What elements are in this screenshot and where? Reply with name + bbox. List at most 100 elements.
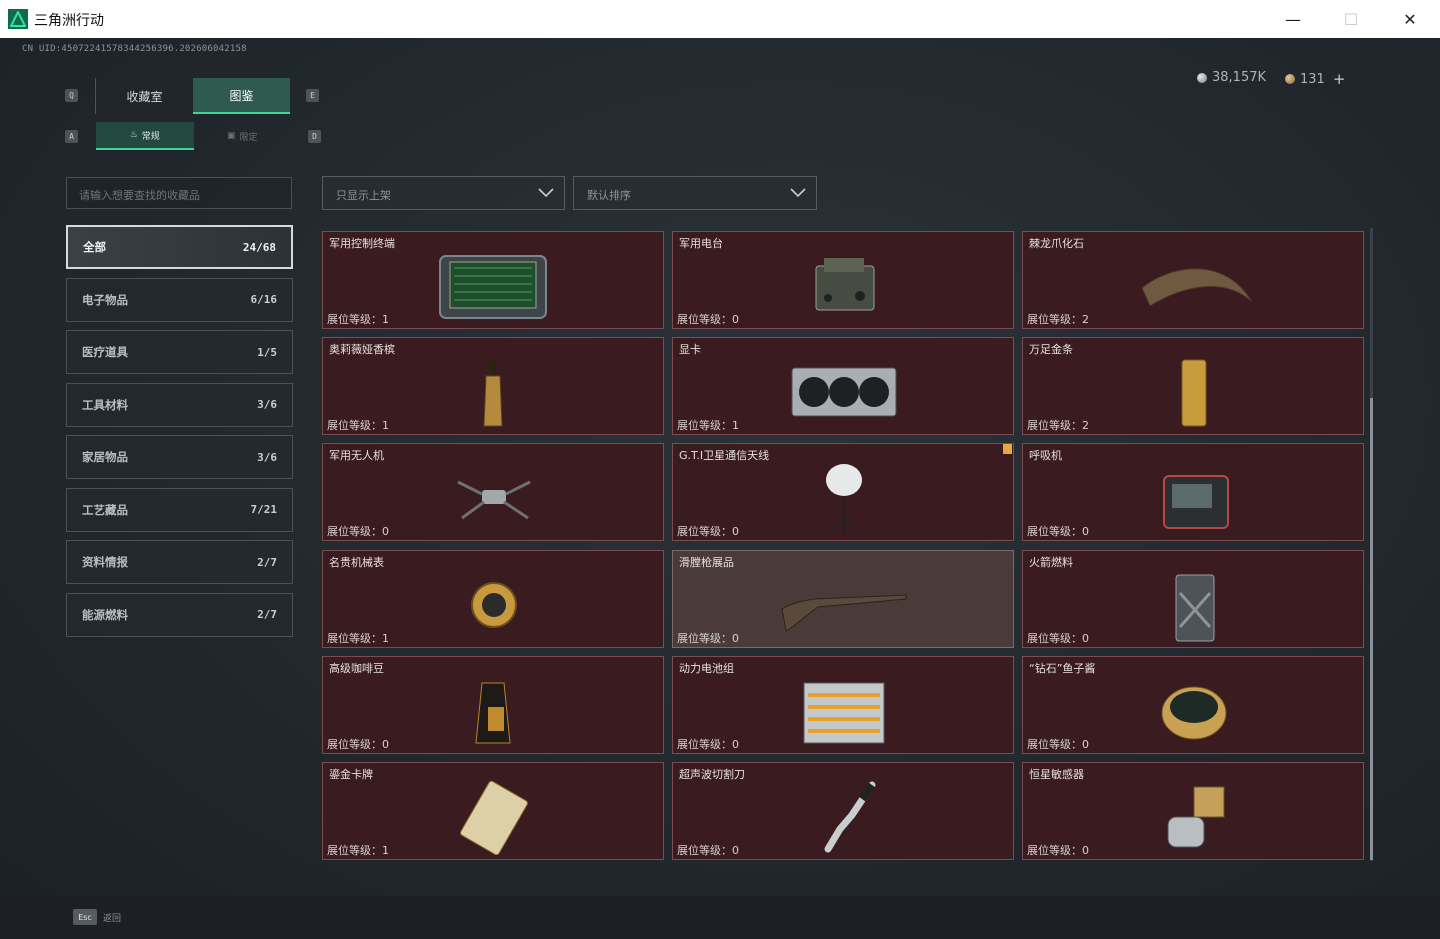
window-titlebar: 三角洲行动 — ☐ ✕ (0, 0, 1440, 38)
terminal-icon (439, 255, 547, 319)
esc-key-button[interactable]: Esc (73, 909, 97, 925)
silver-currency: 38,157K (1197, 70, 1266, 85)
item-level: 展位等级：0 (677, 844, 739, 857)
item-name: 高级咖啡豆 (329, 662, 384, 675)
subtab-limited[interactable]: ▣ 限定 (194, 122, 292, 150)
item-card[interactable]: 恒星敏感器 展位等级：0 (1022, 762, 1364, 860)
key-hint-d: D (308, 130, 321, 143)
back-label[interactable]: 返回 (103, 911, 121, 924)
category-medical[interactable]: 医疗道具 1/5 (66, 330, 293, 374)
item-card[interactable]: 动力电池组 展位等级：0 (672, 656, 1014, 754)
item-name: 奥莉薇娅香槟 (329, 343, 395, 356)
category-count: 2/7 (257, 608, 277, 621)
category-energy[interactable]: 能源燃料 2/7 (66, 592, 293, 637)
item-name: 火箭燃料 (1029, 556, 1073, 569)
caviar-tin-icon (1161, 686, 1227, 740)
gold-currency[interactable]: 131 + (1285, 70, 1345, 88)
shelf-filter-dropdown[interactable]: 只显示上架 (322, 176, 565, 210)
item-card[interactable]: 滑膛枪展品 展位等级：0 (672, 550, 1014, 648)
subtab-normal[interactable]: ♨ 常规 (96, 122, 194, 150)
subtab-limited-label: 限定 (239, 132, 258, 143)
subtab-normal-label: 常规 (141, 131, 160, 142)
maximize-button[interactable]: ☐ (1322, 0, 1380, 38)
item-level: 展位等级：1 (327, 313, 389, 326)
category-label: 家居物品 (82, 450, 128, 464)
item-name: 呼吸机 (1029, 449, 1062, 462)
grid-scrollbar-thumb[interactable] (1370, 398, 1373, 860)
item-level: 展位等级：1 (677, 419, 739, 432)
musket-icon (781, 594, 907, 632)
item-name: 军用电台 (679, 237, 723, 250)
category-label: 资料情报 (82, 555, 128, 569)
item-level: 展位等级：0 (1027, 525, 1089, 538)
item-card[interactable]: 高级咖啡豆 展位等级：0 (322, 656, 664, 754)
ultrasonic-knife-icon (824, 781, 876, 853)
item-card[interactable]: 呼吸机 展位等级：0 (1022, 443, 1364, 541)
item-level: 展位等级：2 (1027, 313, 1089, 326)
item-card[interactable]: 军用控制终端 展位等级：1 (322, 231, 664, 329)
category-label: 全部 (83, 240, 106, 254)
watch-icon (471, 582, 517, 628)
shelf-filter-value: 只显示上架 (336, 189, 391, 202)
category-count: 7/21 (250, 503, 278, 516)
key-hint-q: Q (65, 89, 78, 102)
sort-dropdown[interactable]: 默认排序 (573, 176, 817, 210)
item-name: “钻石”鱼子酱 (1029, 662, 1096, 675)
chevron-down-icon (790, 188, 806, 198)
claw-fossil-icon (1141, 268, 1253, 307)
item-card[interactable]: 显卡 展位等级：1 (672, 337, 1014, 435)
category-crafts[interactable]: 工艺藏品 7/21 (66, 487, 293, 532)
category-label: 医疗道具 (82, 345, 128, 359)
category-list: 全部 24/68 电子物品 6/16 医疗道具 1/5 工具材料 3/6 家居物… (66, 225, 293, 645)
drone-icon (457, 480, 531, 520)
radio-icon (815, 258, 875, 311)
item-name: 显卡 (679, 343, 701, 356)
item-card[interactable]: 奥莉薇娅香槟 展位等级：1 (322, 337, 664, 435)
search-input[interactable]: 请输入想要查找的收藏品 (66, 177, 292, 209)
add-currency-button[interactable]: + (1333, 70, 1346, 88)
item-card[interactable]: 棘龙爪化石 展位等级：2 (1022, 231, 1364, 329)
item-card[interactable]: 超声波切割刀 展位等级：0 (672, 762, 1014, 860)
item-level: 展位等级：1 (327, 632, 389, 645)
game-surface: CN UID:4507224157834425639​6.20260604215… (0, 38, 1440, 939)
flame-icon: ♨ (129, 130, 138, 140)
item-card[interactable]: “钻石”鱼子酱 展位等级：0 (1022, 656, 1364, 754)
item-card[interactable]: 军用无人机 展位等级：0 (322, 443, 664, 541)
category-tools[interactable]: 工具材料 3/6 (66, 382, 293, 427)
app-logo-icon (8, 9, 28, 29)
item-card[interactable]: 万足金条 展位等级：2 (1022, 337, 1364, 435)
item-card[interactable]: 军用电台 展位等级：0 (672, 231, 1014, 329)
item-level: 展位等级：1 (327, 419, 389, 432)
gold-card-icon (460, 780, 528, 855)
item-card[interactable]: G.T.I卫星通信天线 展位等级：0 (672, 443, 1014, 541)
item-name: 恒星敏感器 (1029, 768, 1084, 781)
item-card[interactable]: 名贵机械表 展位等级：1 (322, 550, 664, 648)
category-count: 6/16 (250, 293, 278, 306)
minimize-button[interactable]: — (1264, 0, 1322, 38)
item-name: 动力电池组 (679, 662, 734, 675)
category-household[interactable]: 家居物品 3/6 (66, 435, 293, 479)
category-electronics[interactable]: 电子物品 6/16 (66, 277, 293, 322)
ventilator-icon (1163, 475, 1229, 529)
sort-value: 默认排序 (587, 189, 631, 202)
item-card[interactable]: 鎏金卡牌 展位等级：1 (322, 762, 664, 860)
item-name: 鎏金卡牌 (329, 768, 373, 781)
key-hint-e: E (306, 89, 319, 102)
gold-coin-icon (1285, 74, 1295, 84)
tab-collection[interactable]: 收藏室 (95, 78, 193, 114)
category-label: 工具材料 (82, 397, 128, 412)
category-intel[interactable]: 资料情报 2/7 (66, 540, 293, 584)
star-sensor-icon (1167, 786, 1225, 848)
category-label: 能源燃料 (82, 607, 128, 622)
item-name: 军用无人机 (329, 449, 384, 462)
category-all[interactable]: 全部 24/68 (66, 225, 293, 269)
close-button[interactable]: ✕ (1381, 0, 1439, 38)
item-name: 棘龙爪化石 (1029, 237, 1084, 250)
item-name: 超声波切割刀 (679, 768, 745, 781)
item-card[interactable]: 火箭燃料 展位等级：0 (1022, 550, 1364, 648)
main-tabs: 收藏室 图鉴 (95, 78, 290, 114)
item-level: 展位等级：1 (327, 844, 389, 857)
tab-gallery[interactable]: 图鉴 (193, 78, 290, 114)
item-level: 展位等级：0 (677, 313, 739, 326)
key-hint-a: A (65, 130, 78, 143)
